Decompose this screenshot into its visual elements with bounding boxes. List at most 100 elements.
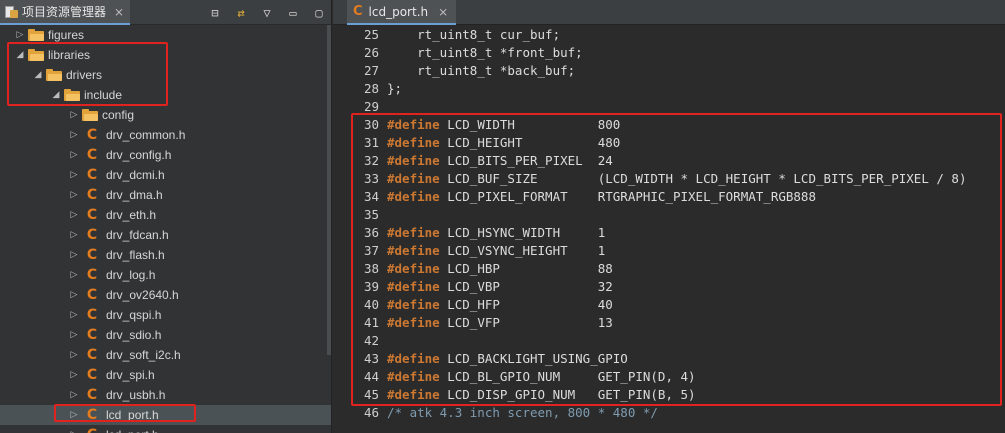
code-text: /* atk 4.3 inch screen, 800 * 480 */ [387,404,658,422]
c-header-file-icon: C [86,267,98,283]
define-keyword: #define [387,153,440,168]
tree-file-item[interactable]: ▷ Cdrv_dcmi.h [0,165,331,185]
collapse-arrow-icon[interactable]: ◢ [32,70,44,80]
maximize-icon[interactable]: ▢ [312,6,326,20]
expand-arrow-icon[interactable]: ▷ [68,150,80,160]
tree-item-label: drv_soft_i2c.h [106,348,181,362]
code-line: 28}; [333,80,1005,98]
tree-file-item[interactable]: ▷ Cdrv_usbh.h [0,385,331,405]
code-content: LCD_VBP 32 [439,279,613,294]
line-number: 33 [363,171,379,186]
collapse-all-icon[interactable]: ⊟ [208,6,222,20]
tree-file-item[interactable]: ▷Clcd_port.h [0,405,331,425]
explorer-tab[interactable]: 项目资源管理器 ⨯ [0,0,131,25]
tree-file-item[interactable]: ▷ Cdrv_flash.h [0,245,331,265]
folder-icon [82,109,98,121]
expand-arrow-icon[interactable]: ▷ [68,350,80,360]
tree-item-label: drv_spi.h [106,368,155,382]
collapse-arrow-icon[interactable]: ◢ [50,90,62,100]
line-number: 42 [363,333,379,348]
tree-file-item[interactable]: ▷ Cdrv_soft_i2c.h [0,345,331,365]
tree-scrollbar[interactable] [327,25,331,355]
editor-tab-title: lcd_port.h [368,4,429,19]
code-text: #define LCD_BL_GPIO_NUM GET_PIN(D, 4) [387,368,696,386]
c-header-file-icon: C [86,347,98,363]
expand-arrow-icon[interactable]: ▷ [68,130,80,140]
tree-file-item[interactable]: ▷ Cdrv_dma.h [0,185,331,205]
code-content: LCD_WIDTH 800 [439,117,621,132]
code-text: #define LCD_HFP 40 [387,296,613,314]
folder-icon [46,69,62,81]
define-keyword: #define [387,171,440,186]
c-header-file-icon: C [86,287,98,303]
view-menu-icon[interactable]: ▽ [260,6,274,20]
code-content: LCD_VFP 13 [439,315,613,330]
expand-arrow-icon[interactable]: ▷ [68,170,80,180]
editor-tab-lcd-port[interactable]: C lcd_port.h ⨯ [347,0,457,25]
code-line: 32 #define LCD_BITS_PER_PIXEL 24 [333,152,1005,170]
code-content: LCD_HFP 40 [439,297,613,312]
code-text: #define LCD_HBP 88 [387,260,613,278]
close-icon[interactable]: ⨯ [438,5,448,19]
code-content: LCD_DISP_GPIO_NUM GET_PIN(B, 5) [439,387,696,402]
code-line: 25 rt_uint8_t cur_buf; [333,26,1005,44]
tree-folder-include[interactable]: ◢ include [0,85,331,105]
expand-arrow-icon[interactable]: ▷ [68,210,80,220]
code-line: 39 #define LCD_VBP 32 [333,278,1005,296]
expand-arrow-icon[interactable]: ▷ [68,390,80,400]
tree-file-item[interactable]: ▷Clcd_port.h [0,425,331,433]
define-keyword: #define [387,315,440,330]
expand-arrow-icon[interactable]: ▷ [68,190,80,200]
expand-arrow-icon[interactable]: ▷ [68,290,80,300]
collapse-arrow-icon[interactable]: ◢ [14,50,26,60]
tree-file-item[interactable]: ▷ Cdrv_sdio.h [0,325,331,345]
code-text: #define LCD_DISP_GPIO_NUM GET_PIN(B, 5) [387,386,696,404]
define-keyword: #define [387,369,440,384]
tree-file-item[interactable]: ▷ Cdrv_ov2640.h [0,285,331,305]
close-icon[interactable]: ⨯ [114,5,124,19]
expand-arrow-icon[interactable]: ▷ [68,230,80,240]
line-number: 34 [363,189,379,204]
line-number: 27 [363,63,379,78]
expand-arrow-icon[interactable]: ▷ [68,250,80,260]
c-header-file-icon: C [86,247,98,263]
tree-item-label: include [84,88,123,102]
expand-arrow-icon[interactable]: ▷ [68,330,80,340]
define-keyword: #define [387,297,440,312]
tree-file-item[interactable]: ▷ Cdrv_config.h [0,145,331,165]
code-editor-panel: C lcd_port.h ⨯ 25 rt_uint8_t cur_buf; 26 … [333,0,1005,433]
code-content: LCD_PIXEL_FORMAT RTGRAPHIC_PIXEL_FORMAT_… [439,189,816,204]
tree-folder-figures[interactable]: ▷ figures [0,25,331,45]
code-content: LCD_HBP 88 [439,261,613,276]
code-line: 30 #define LCD_WIDTH 800 [333,116,1005,134]
c-header-file-icon: C [353,4,363,19]
tree-item-label: config [102,108,135,122]
tree-item-label: drv_sdio.h [106,328,162,342]
expand-arrow-icon[interactable]: ▷ [68,310,80,320]
define-keyword: #define [387,117,440,132]
link-editor-icon[interactable]: ⇄ [234,6,248,20]
expand-arrow-icon[interactable]: ▷ [68,410,80,420]
code-line: 29 [333,98,1005,116]
tree-file-item[interactable]: ▷ Cdrv_common.h [0,125,331,145]
expand-arrow-icon[interactable]: ▷ [14,30,26,40]
tree-file-item[interactable]: ▷ Cdrv_fdcan.h [0,225,331,245]
tree-folder-config[interactable]: ▷ config [0,105,331,125]
c-header-file-icon: C [86,127,98,143]
tree-folder-libraries[interactable]: ◢ libraries [0,45,331,65]
tree-folder-drivers[interactable]: ◢ drivers [0,65,331,85]
tree-file-item[interactable]: ▷ Cdrv_spi.h [0,365,331,385]
code-content: LCD_BUF_SIZE (LCD_WIDTH * LCD_HEIGHT * L… [439,171,967,186]
minimize-icon[interactable]: ▭ [286,6,300,20]
expand-arrow-icon[interactable]: ▷ [68,270,80,280]
code-text: #define LCD_WIDTH 800 [387,116,620,134]
expand-arrow-icon[interactable]: ▷ [68,370,80,380]
c-header-file-icon: C [86,227,98,243]
tree-file-item[interactable]: ▷ Cdrv_log.h [0,265,331,285]
expand-arrow-icon[interactable]: ▷ [68,110,80,120]
tree-file-item[interactable]: ▷ Cdrv_qspi.h [0,305,331,325]
c-header-file-icon: C [86,207,98,223]
code-text: #define LCD_HEIGHT 480 [387,134,620,152]
define-keyword: #define [387,225,440,240]
tree-file-item[interactable]: ▷ Cdrv_eth.h [0,205,331,225]
